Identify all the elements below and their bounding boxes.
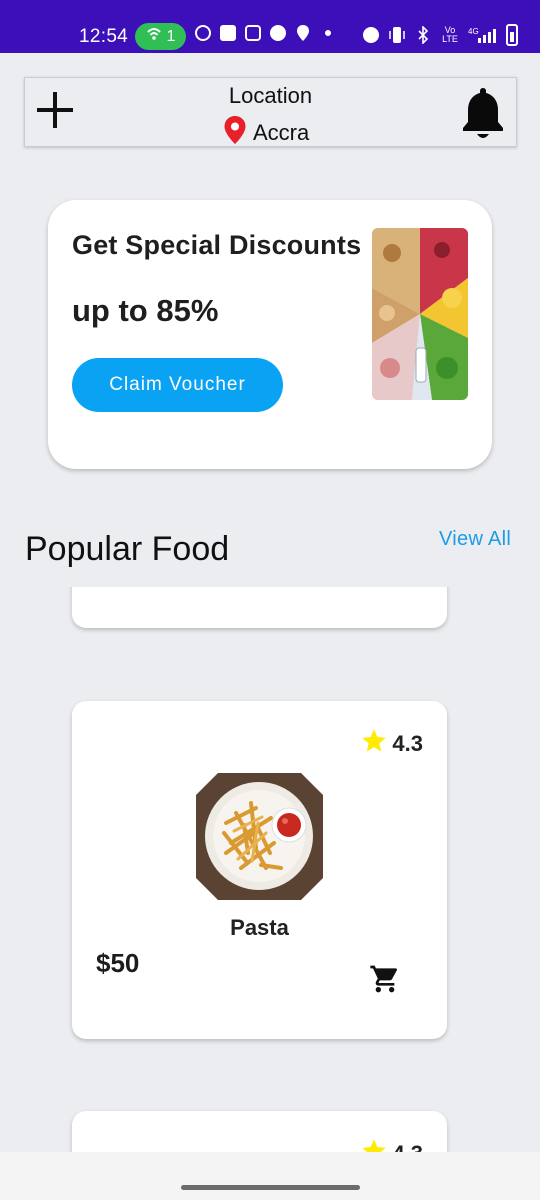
star-icon [360, 727, 388, 761]
add-to-cart-icon[interactable] [369, 963, 401, 995]
hotspot-badge: 1 [135, 23, 186, 50]
bell-icon[interactable] [459, 84, 507, 142]
mail-icon [219, 24, 237, 42]
whatsapp-icon [194, 24, 212, 42]
rating-value: 4.3 [392, 1141, 423, 1152]
map-pin-icon [223, 115, 247, 150]
fries-plate-image [196, 773, 323, 900]
instagram-icon [244, 24, 262, 42]
bluetooth-icon [414, 26, 432, 44]
promo-discount: up to 85% [72, 293, 219, 328]
home-handle[interactable] [181, 1185, 360, 1190]
hotspot-count: 1 [166, 27, 176, 45]
location-icon [294, 24, 312, 42]
promo-title: Get Special Discounts [72, 230, 362, 260]
food-card[interactable]: 4.3 [72, 701, 447, 1039]
vibrate-icon [388, 26, 406, 44]
location-header: Location Accra [24, 77, 517, 147]
location-selector[interactable]: Accra [223, 115, 309, 150]
food-name: Pasta [230, 915, 289, 940]
rating: 4.3 [360, 1137, 423, 1152]
promo-card: Get Special Discounts up to 85% Claim Vo… [48, 200, 492, 469]
location-city: Accra [253, 119, 310, 145]
food-list[interactable]: 4.3 Pasta $50 [0, 587, 540, 1152]
popular-food-title: Popular Food [25, 530, 230, 568]
food-card[interactable] [72, 587, 447, 628]
status-bar: 12:54 1 Vo LTE 4G [0, 0, 540, 53]
star-icon [360, 1137, 388, 1152]
view-all-link[interactable]: View All [439, 528, 511, 551]
volte-icon: Vo LTE [442, 25, 458, 44]
hotspot-icon [146, 27, 162, 46]
app-icon [269, 24, 287, 42]
svg-text:4G: 4G [468, 27, 479, 36]
food-price: $50 [96, 948, 140, 978]
location-title: Location [228, 83, 313, 108]
status-time: 12:54 [79, 26, 129, 47]
rating-value: 4.3 [392, 731, 423, 756]
signal-4g-icon: 4G [468, 26, 498, 44]
groceries-image [372, 228, 468, 400]
dot-icon [319, 24, 337, 42]
claim-voucher-button[interactable]: Claim Voucher [72, 358, 283, 412]
alarm-icon [362, 26, 380, 44]
battery-icon [506, 24, 518, 46]
rating: 4.3 [360, 727, 423, 761]
gesture-bar [0, 1152, 540, 1200]
food-card[interactable]: 4.3 [72, 1111, 447, 1152]
